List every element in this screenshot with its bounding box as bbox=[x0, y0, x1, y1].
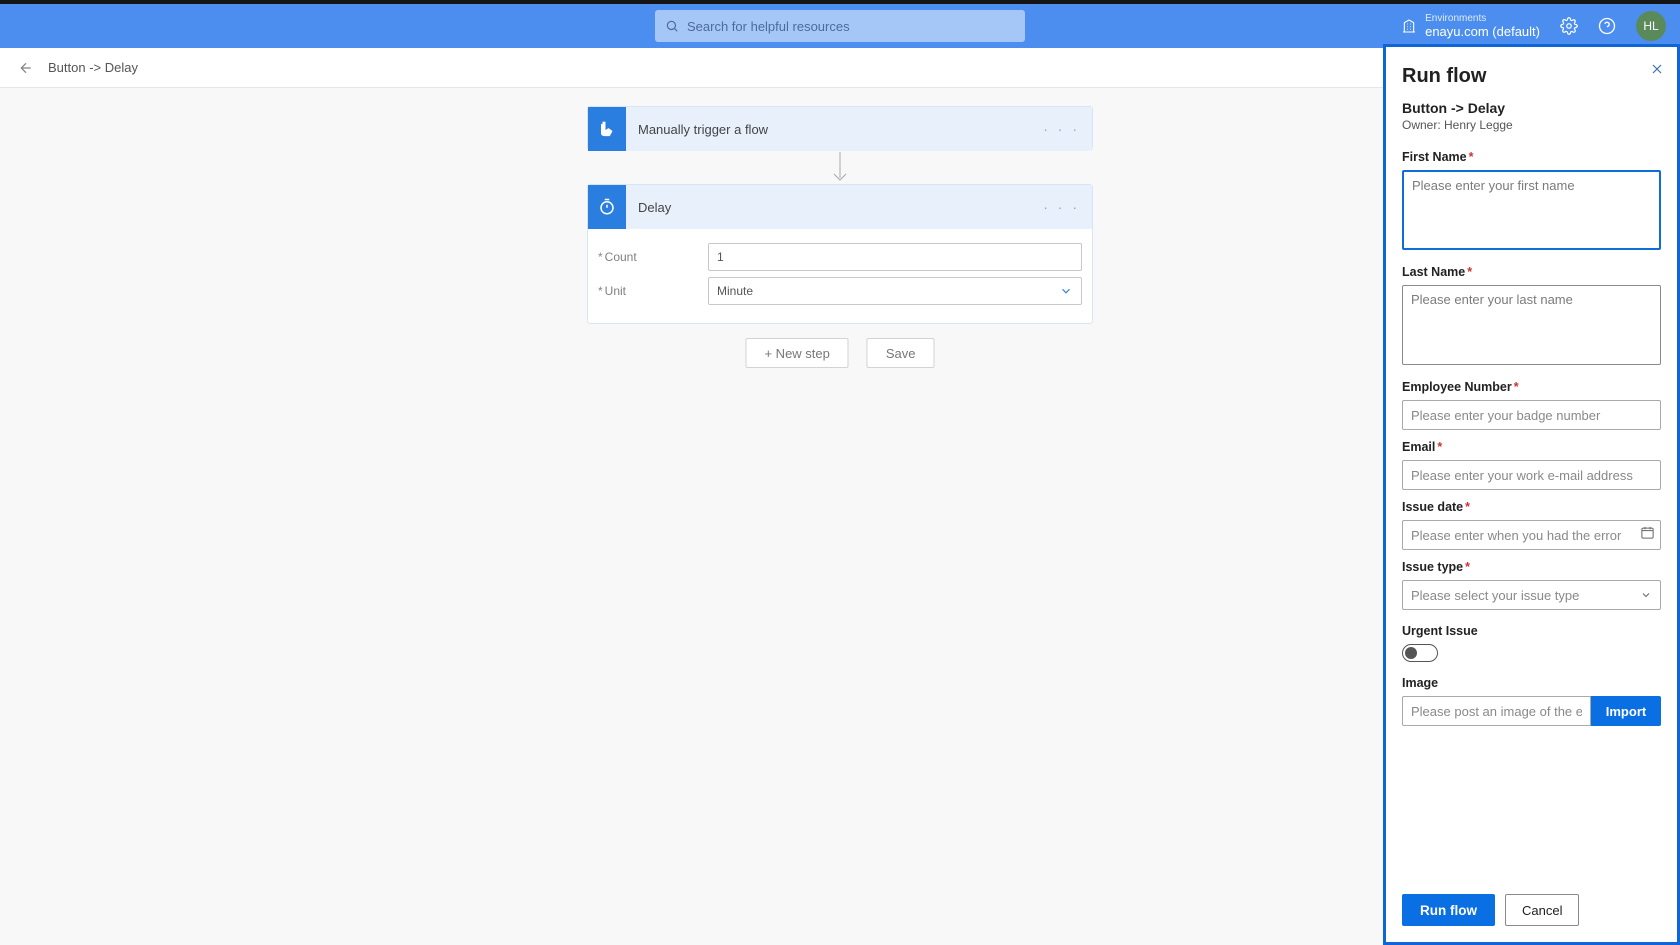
issue-type-placeholder: Please select your issue type bbox=[1411, 588, 1579, 603]
chevron-down-icon bbox=[1640, 589, 1652, 601]
issue-date-label: Issue date* bbox=[1402, 500, 1661, 514]
unit-label: *Unit bbox=[598, 284, 708, 298]
trigger-menu-icon[interactable]: · · · bbox=[1043, 121, 1080, 137]
urgent-issue-toggle[interactable] bbox=[1402, 644, 1438, 662]
connector-arrow-icon bbox=[830, 152, 850, 184]
panel-subtitle: Button -> Delay bbox=[1402, 100, 1661, 116]
employee-number-label: Employee Number* bbox=[1402, 380, 1661, 394]
delay-icon bbox=[588, 185, 626, 229]
header-bar: Environments enayu.com (default) HL bbox=[0, 4, 1680, 48]
avatar[interactable]: HL bbox=[1636, 11, 1666, 41]
gear-icon[interactable] bbox=[1560, 17, 1578, 35]
save-button[interactable]: Save bbox=[867, 338, 935, 368]
building-icon bbox=[1401, 18, 1417, 34]
email-input[interactable] bbox=[1402, 460, 1661, 490]
employee-number-input[interactable] bbox=[1402, 400, 1661, 430]
delay-card[interactable]: Delay · · · *Count *Unit Minute bbox=[587, 184, 1093, 324]
search-icon bbox=[665, 19, 679, 33]
unit-value: Minute bbox=[717, 284, 753, 298]
first-name-input[interactable] bbox=[1402, 170, 1661, 250]
issue-type-select[interactable]: Please select your issue type bbox=[1402, 580, 1661, 610]
run-flow-button[interactable]: Run flow bbox=[1402, 894, 1495, 926]
run-flow-panel: Run flow Button -> Delay Owner: Henry Le… bbox=[1383, 44, 1680, 945]
help-icon[interactable] bbox=[1598, 17, 1616, 35]
issue-type-label: Issue type* bbox=[1402, 560, 1661, 574]
trigger-card[interactable]: Manually trigger a flow · · · bbox=[587, 106, 1093, 150]
image-label: Image bbox=[1402, 676, 1661, 690]
trigger-icon bbox=[588, 107, 626, 151]
search-box[interactable] bbox=[655, 10, 1025, 42]
panel-owner: Owner: Henry Legge bbox=[1402, 118, 1661, 132]
trigger-title: Manually trigger a flow bbox=[638, 122, 768, 137]
last-name-label: Last Name* bbox=[1402, 265, 1661, 279]
chevron-down-icon bbox=[1059, 284, 1073, 298]
urgent-issue-label: Urgent Issue bbox=[1402, 624, 1661, 638]
cancel-button[interactable]: Cancel bbox=[1505, 894, 1579, 926]
import-button[interactable]: Import bbox=[1591, 696, 1661, 726]
search-input[interactable] bbox=[687, 19, 1015, 34]
issue-date-input[interactable] bbox=[1402, 520, 1661, 550]
image-input[interactable] bbox=[1402, 696, 1591, 726]
count-label: *Count bbox=[598, 250, 708, 264]
delay-menu-icon[interactable]: · · · bbox=[1043, 199, 1080, 215]
close-icon[interactable] bbox=[1649, 61, 1665, 82]
environment-value: enayu.com (default) bbox=[1425, 24, 1540, 39]
environments-label: Environments bbox=[1425, 13, 1540, 24]
delay-title: Delay bbox=[638, 200, 671, 215]
panel-title: Run flow bbox=[1402, 65, 1661, 88]
back-arrow-icon[interactable] bbox=[18, 60, 34, 76]
first-name-label: First Name* bbox=[1402, 150, 1661, 164]
unit-select[interactable]: Minute bbox=[708, 277, 1082, 305]
count-input[interactable] bbox=[708, 243, 1082, 271]
breadcrumb-text: Button -> Delay bbox=[48, 60, 138, 75]
email-label: Email* bbox=[1402, 440, 1661, 454]
new-step-button[interactable]: + New step bbox=[745, 338, 848, 368]
calendar-icon[interactable] bbox=[1640, 525, 1655, 545]
environment-picker[interactable]: Environments enayu.com (default) bbox=[1401, 13, 1540, 39]
last-name-input[interactable] bbox=[1402, 285, 1661, 365]
